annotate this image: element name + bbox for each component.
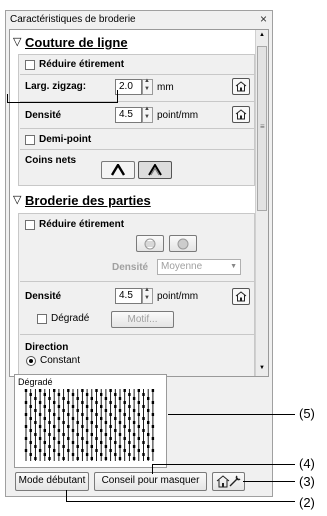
zigzag-width-spinner[interactable] bbox=[142, 78, 153, 95]
preview-label: Dégradé bbox=[18, 377, 53, 387]
density-select[interactable]: Moyenne ▼ bbox=[157, 259, 241, 275]
scrollbar-thumb[interactable]: ≡ bbox=[257, 46, 267, 211]
reduce-stretch-label: Réduire étirement bbox=[39, 59, 125, 70]
callout-line bbox=[7, 102, 117, 103]
gradient-checkbox[interactable] bbox=[37, 314, 47, 324]
section-header-line-sewing[interactable]: ▽ Couture de ligne bbox=[11, 32, 255, 54]
callout-line bbox=[117, 90, 118, 103]
parts-embroidery-box: Réduire étirement Densité Moyenne ▼ Dens… bbox=[18, 213, 255, 376]
section-title-line-sewing: Couture de ligne bbox=[25, 35, 128, 50]
density-label: Densité bbox=[25, 110, 62, 121]
zigzag-width-input[interactable]: 2.0 bbox=[115, 79, 142, 95]
stripe-circle-icon bbox=[144, 238, 156, 250]
callout-line bbox=[66, 490, 67, 501]
divider bbox=[20, 149, 255, 150]
zigzag-width-label: Larg. zigzag: bbox=[25, 81, 87, 92]
divider bbox=[20, 74, 255, 75]
grip-icon: ≡ bbox=[260, 122, 265, 131]
constant-radio[interactable] bbox=[26, 356, 36, 366]
section-header-parts-embroidery[interactable]: ▽ Broderie des parties bbox=[11, 190, 255, 212]
divider bbox=[20, 281, 255, 282]
scroll-up-icon[interactable]: ▲ bbox=[259, 32, 265, 38]
window-title: Caractéristiques de broderie bbox=[10, 14, 136, 25]
callout-line bbox=[66, 501, 295, 502]
callout-line bbox=[7, 94, 8, 102]
callout-line bbox=[168, 414, 295, 415]
callout-label-4: (4) bbox=[299, 456, 315, 471]
callout-line bbox=[243, 481, 295, 482]
stretch-pattern-button-1[interactable] bbox=[136, 235, 164, 252]
corner-style-sharp-button[interactable] bbox=[101, 161, 135, 179]
half-point-label: Demi-point bbox=[39, 134, 92, 145]
dot-circle-icon bbox=[177, 238, 189, 250]
radio-dot bbox=[29, 359, 33, 363]
stretch-pattern-button-2[interactable] bbox=[169, 235, 197, 252]
collapse-triangle-icon[interactable]: ▽ bbox=[13, 35, 21, 48]
density-label: Densité bbox=[25, 291, 62, 302]
reduce-stretch-label: Réduire étirement bbox=[39, 219, 125, 230]
vertical-scrollbar[interactable]: ▲ ≡ ▼ bbox=[255, 30, 268, 376]
divider bbox=[20, 334, 255, 335]
stitch-preview: Dégradé bbox=[14, 374, 167, 468]
beginner-mode-button[interactable]: Mode débutant bbox=[15, 472, 89, 491]
density-label-disabled: Densité bbox=[112, 262, 149, 273]
density-unit: point/mm bbox=[157, 291, 199, 302]
section-title-parts-embroidery: Broderie des parties bbox=[25, 193, 151, 208]
hide-tips-button[interactable]: Conseil pour masquer bbox=[94, 472, 207, 491]
properties-scroll-area[interactable]: ▽ Couture de ligne Réduire étirement Lar… bbox=[9, 29, 269, 377]
default-value-home-button[interactable] bbox=[232, 288, 250, 305]
half-point-checkbox[interactable] bbox=[25, 135, 35, 145]
home-icon bbox=[235, 291, 247, 302]
callout-label-5: (5) bbox=[299, 406, 315, 421]
gradient-label: Dégradé bbox=[51, 313, 90, 324]
density-unit: point/mm bbox=[157, 110, 199, 121]
chevron-down-icon[interactable]: ▼ bbox=[230, 260, 237, 274]
title-bar: Caractéristiques de broderie × bbox=[6, 11, 272, 29]
callout-line bbox=[152, 464, 295, 465]
callout-label-2: (2) bbox=[299, 495, 315, 510]
direction-label: Direction bbox=[25, 342, 69, 353]
density-spinner[interactable] bbox=[142, 287, 153, 304]
home-icon bbox=[235, 109, 247, 120]
density-input[interactable]: 4.5 bbox=[115, 288, 142, 304]
reset-defaults-button[interactable] bbox=[212, 472, 245, 491]
home-wrench-icon bbox=[216, 475, 240, 488]
corner-style-rounded-button[interactable] bbox=[138, 161, 172, 179]
motif-button[interactable]: Motif... bbox=[111, 311, 174, 328]
callout-label-3: (3) bbox=[299, 474, 315, 489]
zigzag-unit: mm bbox=[157, 82, 174, 93]
sharp-corners-label: Coins nets bbox=[25, 155, 77, 166]
scroll-down-icon[interactable]: ▼ bbox=[259, 365, 265, 371]
reduce-stretch-checkbox[interactable] bbox=[25, 220, 35, 230]
density-select-value: Moyenne bbox=[161, 261, 203, 272]
default-value-home-button[interactable] bbox=[232, 78, 250, 95]
constant-label: Constant bbox=[40, 355, 81, 366]
rounded-corner-icon bbox=[148, 163, 162, 176]
home-icon bbox=[235, 81, 247, 92]
divider bbox=[20, 128, 255, 129]
default-value-home-button[interactable] bbox=[232, 106, 250, 123]
callout-line bbox=[152, 464, 153, 474]
stitch-pattern-preview bbox=[24, 389, 155, 461]
close-icon[interactable]: × bbox=[260, 12, 267, 26]
sharp-corner-icon bbox=[110, 162, 126, 176]
reduce-stretch-checkbox[interactable] bbox=[25, 60, 35, 70]
density-spinner[interactable] bbox=[142, 106, 153, 123]
collapse-triangle-icon[interactable]: ▽ bbox=[13, 193, 21, 206]
line-sewing-box: Réduire étirement Larg. zigzag: 2.0 mm D… bbox=[18, 54, 255, 186]
density-input[interactable]: 4.5 bbox=[115, 107, 142, 123]
embroidery-properties-panel: Caractéristiques de broderie × ▽ Couture… bbox=[5, 10, 273, 497]
